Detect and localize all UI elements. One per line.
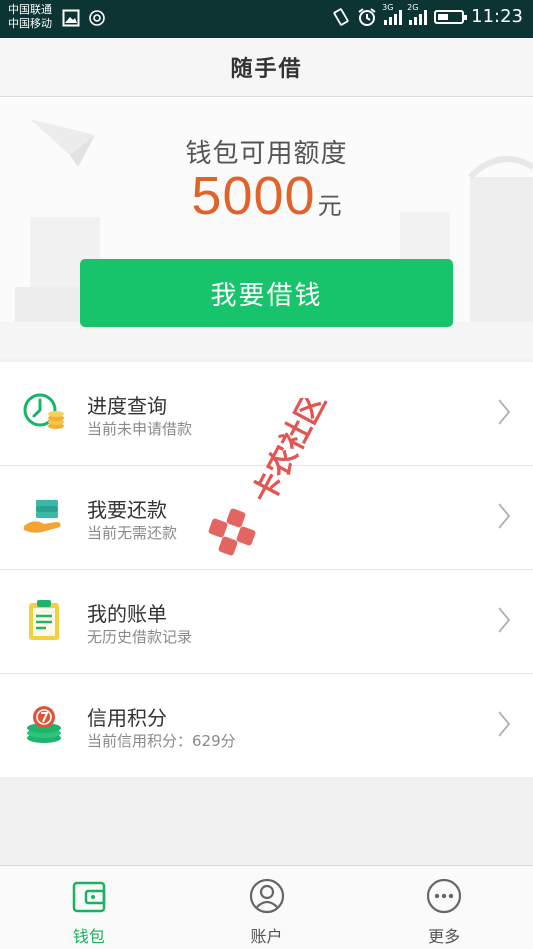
chevron-right-icon bbox=[498, 607, 511, 633]
page-title: 随手借 bbox=[230, 57, 303, 82]
menu-subtitle: 当前未申请借款 bbox=[87, 420, 193, 438]
battery-icon bbox=[434, 9, 468, 24]
clock: 11:23 bbox=[471, 6, 523, 27]
menu-title: 我的账单 bbox=[87, 602, 167, 626]
menu-item-credit-score[interactable]: 信用积分 当前信用积分：629分 bbox=[0, 674, 533, 777]
status-bar: 中国联通 中国移动 3G 2G 11:23 bbox=[0, 0, 533, 38]
menu-title: 我要还款 bbox=[87, 498, 167, 522]
quota-unit: 元 bbox=[317, 192, 342, 220]
chevron-right-icon bbox=[498, 399, 511, 425]
chevron-right-icon bbox=[498, 503, 511, 529]
signal-icon-1: 3G bbox=[382, 3, 403, 25]
carrier-2: 中国移动 bbox=[8, 17, 52, 30]
menu-subtitle: 当前无需还款 bbox=[87, 524, 178, 542]
nav-label: 钱包 bbox=[72, 927, 105, 946]
menu-subtitle: 当前信用积分：629分 bbox=[87, 732, 236, 750]
image-icon bbox=[62, 9, 80, 27]
menu-subtitle: 无历史借款记录 bbox=[87, 628, 193, 646]
hand-money-icon bbox=[24, 500, 61, 533]
menu-item-repay[interactable]: 我要还款 当前无需还款 bbox=[0, 466, 533, 570]
vibrate-icon bbox=[333, 7, 349, 26]
hero-banner: 钱包可用额度 5000元 我要借钱 bbox=[0, 97, 533, 359]
network-type-1: 3G bbox=[382, 2, 394, 12]
more-icon bbox=[427, 878, 462, 914]
carrier-info: 中国联通 中国移动 bbox=[8, 3, 52, 31]
coin-stack-icon bbox=[27, 706, 61, 743]
user-icon bbox=[249, 878, 284, 914]
bottom-nav: 钱包 账户 更多 bbox=[0, 865, 533, 949]
wallet-icon bbox=[72, 881, 106, 913]
clock-coins-icon bbox=[23, 393, 64, 429]
network-type-2: 2G bbox=[407, 2, 419, 12]
chevron-right-icon bbox=[498, 711, 511, 737]
nav-label: 更多 bbox=[428, 927, 461, 946]
menu-title: 信用积分 bbox=[87, 706, 167, 730]
carrier-1: 中国联通 bbox=[8, 3, 52, 16]
nav-tab-account[interactable]: 账户 bbox=[178, 866, 356, 949]
nav-tab-more[interactable]: 更多 bbox=[355, 866, 533, 949]
sync-icon bbox=[89, 10, 105, 26]
title-bar: 随手借 bbox=[0, 38, 533, 97]
borrow-button[interactable]: 我要借钱 bbox=[80, 259, 453, 327]
quota-amount: 5000元 bbox=[0, 165, 533, 227]
signal-icon-2: 2G bbox=[407, 3, 428, 25]
menu-list: 进度查询 当前未申请借款 我要还款 当前无需还款 我的账单 无历史借款记录 信用… bbox=[0, 362, 533, 777]
clipboard-icon bbox=[29, 600, 59, 640]
nav-tab-wallet[interactable]: 钱包 bbox=[0, 866, 178, 949]
menu-item-bills[interactable]: 我的账单 无历史借款记录 bbox=[0, 570, 533, 674]
alarm-icon bbox=[358, 7, 376, 26]
nav-label: 账户 bbox=[250, 927, 283, 946]
menu-item-progress[interactable]: 进度查询 当前未申请借款 bbox=[0, 362, 533, 466]
menu-title: 进度查询 bbox=[87, 394, 167, 418]
quota-value: 5000 bbox=[191, 166, 316, 226]
